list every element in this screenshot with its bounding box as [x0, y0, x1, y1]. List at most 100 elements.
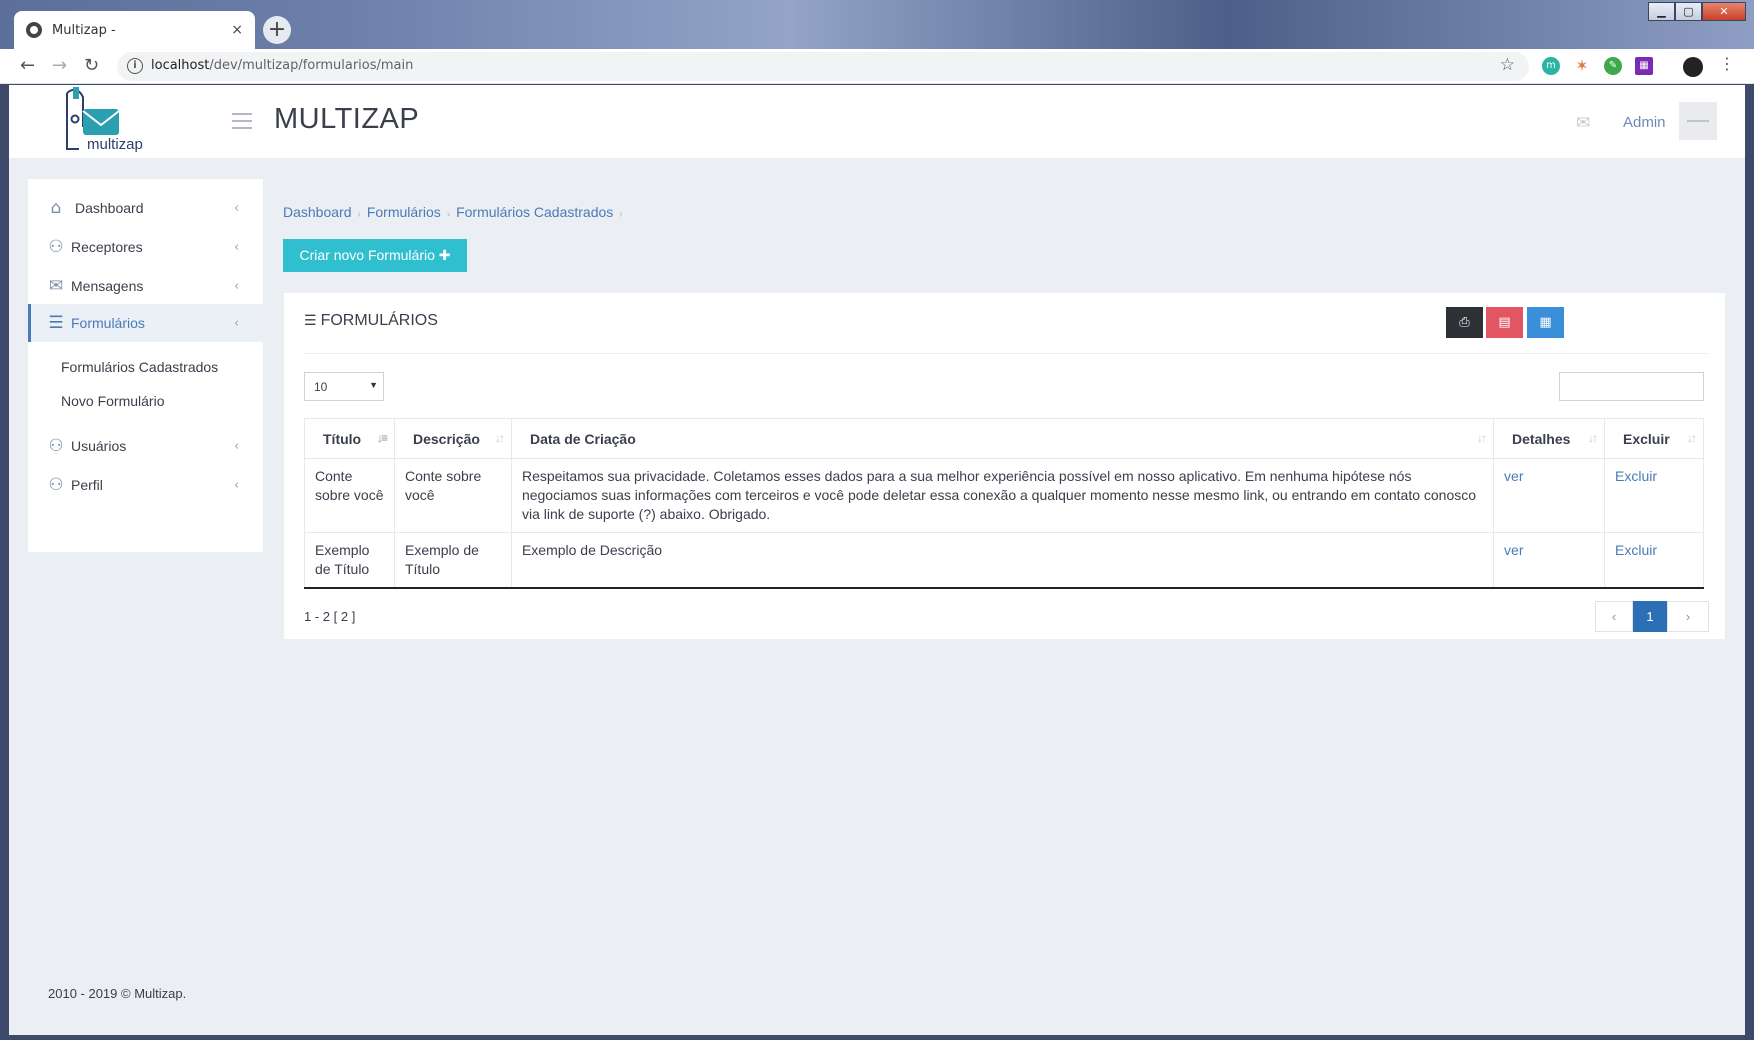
reload-icon[interactable]: ↻: [84, 55, 99, 76]
breadcrumb-formularios[interactable]: Formulários: [367, 204, 441, 220]
chevron-left-icon: ‹: [234, 200, 240, 216]
forward-arrow-icon[interactable]: →: [52, 55, 67, 76]
tab-close-icon[interactable]: ×: [231, 22, 243, 38]
pdf-icon: ▤: [1498, 315, 1511, 330]
cell-descricao: Exemplo de Título: [393, 532, 512, 589]
print-button[interactable]: ⎙: [1446, 307, 1483, 338]
column-header-excluir[interactable]: Excluir ↓↑: [1604, 418, 1704, 459]
panel-title: ☰ FORMULÁRIOS: [304, 312, 438, 330]
back-arrow-icon[interactable]: ←: [20, 55, 35, 76]
sort-icon: ↓↑: [1687, 431, 1697, 445]
sidebar-item-label: Formulários: [71, 315, 145, 331]
create-form-button[interactable]: Criar novo Formulário ✚: [283, 239, 467, 272]
list-icon: ☰: [304, 312, 317, 328]
new-tab-button[interactable]: +: [263, 16, 291, 44]
app-header: multizap MULTIZAP ✉ Admin: [9, 85, 1745, 158]
menu-dots-icon[interactable]: ⋮: [1719, 54, 1735, 73]
divider: [304, 353, 1708, 354]
address-bar[interactable]: i localhost/dev/multizap/formularios/mai…: [117, 52, 1529, 81]
inbox-icon[interactable]: ✉: [1576, 113, 1590, 133]
extension-m-icon[interactable]: m: [1542, 57, 1560, 75]
profile-avatar-icon[interactable]: [1683, 57, 1703, 77]
search-input[interactable]: [1559, 372, 1704, 401]
table-header-row: Título ↓≡ Descrição ↓↑ Data de Criação ↓↑ D…: [304, 418, 1704, 459]
sort-icon: ↓↑: [1477, 431, 1487, 445]
evernote-icon[interactable]: ✎: [1604, 57, 1622, 75]
breadcrumb-formularios-cadastrados[interactable]: Formulários Cadastrados: [456, 204, 613, 220]
breadcrumb-separator: ›: [357, 209, 361, 220]
delete-link[interactable]: Excluir: [1615, 468, 1657, 484]
breadcrumb-separator: ›: [619, 209, 623, 220]
sort-asc-icon: ↓≡: [376, 431, 388, 445]
logo-text: multizap: [87, 136, 143, 153]
cell-detalhes: ver: [1493, 532, 1605, 589]
column-label: Descrição: [412, 430, 480, 447]
next-page-button[interactable]: ›: [1667, 601, 1709, 632]
column-header-descricao[interactable]: Descrição ↓↑: [393, 418, 512, 459]
cell-titulo: Exemplo de Título: [304, 532, 395, 589]
cell-detalhes: ver: [1493, 458, 1605, 533]
chevron-left-icon: ‹: [234, 278, 240, 294]
sidebar-item-mensagens[interactable]: ✉ Mensagens ‹: [28, 264, 263, 308]
chevron-left-icon: ‹: [234, 239, 240, 255]
sidebar-subitem-formularios-cadastrados[interactable]: Formulários Cadastrados: [61, 359, 218, 375]
close-window-button[interactable]: ✕: [1702, 2, 1746, 21]
extension-rp-icon[interactable]: ▦: [1635, 57, 1653, 75]
table-row: Exemplo de Título Exemplo de Título Exem…: [304, 532, 1704, 589]
sidebar-item-receptores[interactable]: ⚇ Receptores ‹: [28, 225, 263, 269]
sidebar-subitem-novo-formulario[interactable]: Novo Formulário: [61, 393, 164, 409]
app-title: MULTIZAP: [274, 103, 420, 135]
export-excel-button[interactable]: ▦: [1527, 307, 1564, 338]
maximize-button[interactable]: ▢: [1675, 2, 1702, 21]
cell-descricao: Conte sobre você: [393, 458, 512, 533]
view-link[interactable]: ver: [1504, 542, 1523, 558]
globe-icon: [26, 22, 42, 38]
column-header-data-criacao[interactable]: Data de Criação ↓↑: [510, 418, 1495, 459]
forms-table: Título ↓≡ Descrição ↓↑ Data de Criação ↓↑ D…: [304, 418, 1704, 589]
envelope-icon: ✉: [48, 276, 64, 296]
column-header-titulo[interactable]: Título ↓≡: [304, 418, 395, 459]
info-icon[interactable]: i: [127, 58, 143, 74]
page-size-select[interactable]: 10 ▼: [304, 372, 384, 401]
sidebar-item-perfil[interactable]: ⚇ Perfil ‹: [28, 463, 263, 507]
sidebar-item-label: Dashboard: [75, 200, 144, 216]
page-button-1[interactable]: 1: [1633, 601, 1667, 632]
multizap-logo[interactable]: multizap: [53, 87, 163, 157]
prev-page-button[interactable]: ‹: [1595, 601, 1633, 632]
bookmark-star-icon[interactable]: ☆: [1500, 55, 1515, 75]
column-label: Detalhes: [1512, 430, 1571, 447]
app-page: multizap MULTIZAP ✉ Admin ⌂ Dashboard ‹ …: [9, 85, 1745, 1035]
column-label: Título: [323, 430, 362, 447]
pagination: ‹ 1 ›: [1595, 601, 1709, 632]
sidebar: ⌂ Dashboard ‹ ⚇ Receptores ‹ ✉ Mensagens…: [28, 179, 263, 552]
user-icon: ⚇: [48, 436, 64, 456]
sidebar-item-usuarios[interactable]: ⚇ Usuários ‹: [28, 424, 263, 468]
avatar[interactable]: [1679, 102, 1717, 140]
breadcrumb-dashboard[interactable]: Dashboard: [283, 204, 352, 220]
sidebar-item-dashboard[interactable]: ⌂ Dashboard ‹: [28, 186, 263, 230]
cell-excluir: Excluir: [1604, 532, 1704, 589]
table-row: Conte sobre você Conte sobre você Respei…: [304, 458, 1704, 533]
column-header-detalhes[interactable]: Detalhes ↓↑: [1493, 418, 1605, 459]
browser-titlebar: Multizap - × + ▁ ▢ ✕: [0, 0, 1754, 49]
view-link[interactable]: ver: [1504, 468, 1523, 484]
sidebar-item-formularios[interactable]: ☰ Formulários ‹: [28, 304, 263, 342]
chevron-left-icon: ‹: [234, 477, 240, 493]
breadcrumb: Dashboard › Formulários › Formulários Cadast…: [283, 204, 629, 220]
panel-title-text: FORMULÁRIOS: [320, 312, 438, 329]
sort-icon: ↓↑: [1588, 431, 1598, 445]
extension-star-icon[interactable]: ✶: [1573, 57, 1591, 75]
excel-icon: ▦: [1539, 315, 1552, 330]
address-url[interactable]: localhost/dev/multizap/formularios/main: [151, 58, 413, 73]
sidebar-item-label: Perfil: [71, 477, 103, 493]
print-icon: ⎙: [1459, 315, 1470, 330]
delete-link[interactable]: Excluir: [1615, 542, 1657, 558]
chevron-left-icon: ‹: [234, 438, 240, 454]
menu-toggle-icon[interactable]: [232, 113, 252, 134]
export-pdf-button[interactable]: ▤: [1486, 307, 1523, 338]
user-name[interactable]: Admin: [1623, 114, 1666, 131]
plus-icon: ✚: [438, 247, 451, 263]
minimize-button[interactable]: ▁: [1648, 2, 1675, 21]
pagination-range: 1 - 2 [ 2 ]: [304, 609, 356, 624]
browser-tab[interactable]: Multizap - ×: [14, 11, 255, 49]
